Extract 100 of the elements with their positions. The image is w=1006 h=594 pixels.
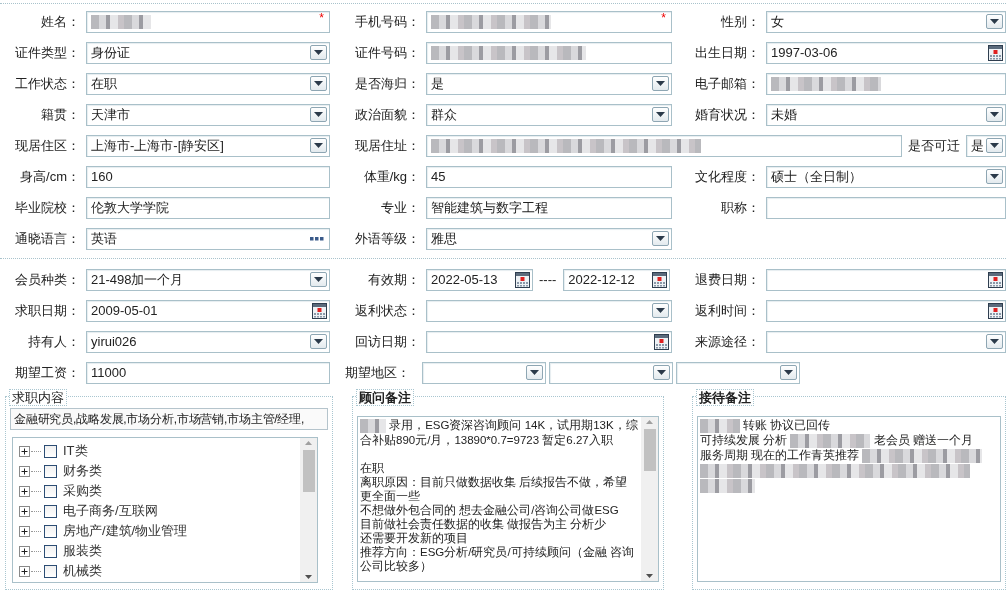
checkbox[interactable] — [44, 444, 57, 458]
dropdown[interactable]: 未婚 — [766, 103, 1006, 126]
dropdown[interactable]: 天津市 — [86, 103, 330, 126]
tree-item[interactable]: 机械类 — [63, 563, 102, 579]
scrollbar[interactable] — [300, 438, 317, 582]
notes-field[interactable]: 录用，ESG资深咨询顾问 14K，试用期13K，综合补贴890元/月，13890*0.7=9723 暂定6.27入职 在职 离职原因：目前只做数据收集 后续报告不做，希望更全面一些 不想做外包合同的 想去金融公司/咨询公司做ESG 目前做社会责任数据的收集 做报告为主 分析少 还需要开发新的项目 推荐方向：ESG分析/研究员/可持续顾问（金融 咨询公司比较多） — [357, 416, 659, 582]
checkbox[interactable] — [44, 544, 57, 558]
scroll-down-icon[interactable] — [645, 571, 654, 581]
selected-jobs-field[interactable]: 金融研究员,战略发展,市场分析,市场营销,市场主管/经理, — [10, 408, 328, 430]
dropdown[interactable]: 女 — [766, 10, 1006, 33]
scrollbar-thumb[interactable] — [643, 429, 656, 471]
calendar-icon[interactable] — [988, 44, 1003, 61]
text-field[interactable]: * — [426, 10, 672, 33]
scroll-down-icon[interactable] — [304, 572, 313, 582]
dropdown-button[interactable] — [986, 138, 1003, 153]
text-field[interactable] — [766, 196, 1006, 219]
dropdown-button[interactable] — [986, 107, 1003, 122]
calendar-icon[interactable] — [988, 302, 1003, 319]
required-mark: * — [319, 10, 324, 25]
dropdown-button[interactable] — [652, 107, 669, 122]
expand-icon[interactable] — [19, 545, 30, 557]
dropdown-button[interactable] — [653, 365, 670, 380]
dropdown[interactable]: 上海市-上海市-[静安区] — [86, 134, 330, 157]
checkbox[interactable] — [44, 484, 57, 498]
tree-item[interactable]: 财务类 — [63, 463, 102, 479]
tree-item[interactable]: 房地产/建筑/物业管理 — [63, 523, 188, 539]
dropdown-button[interactable] — [310, 76, 327, 91]
dropdown[interactable]: 硕士（全日制） — [766, 165, 1006, 188]
checkbox[interactable] — [44, 464, 57, 478]
more-icon[interactable] — [310, 236, 324, 241]
scrollbar[interactable] — [641, 417, 658, 581]
expand-icon[interactable] — [19, 525, 30, 537]
field-label: 来源途径： — [694, 333, 761, 350]
date-field[interactable] — [766, 268, 1006, 291]
date-field[interactable]: 2022-05-13 — [426, 268, 533, 291]
text-field[interactable]: * — [86, 10, 330, 33]
checkbox[interactable] — [44, 564, 57, 578]
dropdown[interactable]: 群众 — [426, 103, 672, 126]
text-field[interactable]: 智能建筑与数字工程 — [426, 196, 672, 219]
expand-icon[interactable] — [19, 465, 30, 477]
redacted-text — [360, 418, 386, 433]
dropdown[interactable]: yirui026 — [86, 330, 330, 353]
expand-icon[interactable] — [19, 505, 30, 517]
tree-item[interactable]: 服装类 — [63, 543, 102, 559]
text-field[interactable] — [426, 134, 902, 157]
dropdown-button[interactable] — [780, 365, 797, 380]
field-label: 求职日期： — [14, 302, 81, 319]
date-field[interactable] — [766, 299, 1006, 322]
text-field[interactable]: 11000 — [86, 361, 330, 384]
field-label: 职称： — [720, 199, 761, 216]
text-field[interactable]: 160 — [86, 165, 330, 188]
expand-icon[interactable] — [19, 565, 30, 577]
dropdown-button[interactable] — [310, 138, 327, 153]
calendar-icon[interactable] — [652, 271, 668, 288]
notes-field[interactable]: 转账 协议已回传 可持续发展 分析 老会员 赠送一个月 服务周期 现在的工作青英推荐 — [697, 416, 1001, 582]
checkbox[interactable] — [44, 504, 57, 518]
dropdown[interactable]: 身份证 — [86, 41, 330, 64]
dropdown-button[interactable] — [652, 231, 669, 246]
dropdown-button[interactable] — [526, 365, 543, 380]
field-label: 体重/kg： — [362, 168, 421, 185]
dropdown-button[interactable] — [310, 272, 327, 287]
dropdown[interactable]: 21-498加一个月 — [86, 268, 330, 291]
scrollbar-thumb[interactable] — [302, 450, 315, 492]
calendar-icon[interactable] — [654, 333, 669, 350]
date-field[interactable]: 1997-03-06 — [766, 41, 1006, 64]
date-field[interactable]: 2009-05-01 — [86, 299, 330, 322]
dropdown-button[interactable] — [986, 14, 1003, 29]
text-field[interactable] — [766, 72, 1006, 95]
dropdown[interactable]: 雅思 — [426, 227, 672, 250]
tree-item[interactable]: 采购类 — [63, 483, 102, 499]
dropdown-button[interactable] — [652, 303, 669, 318]
field-label: 籍贯： — [40, 106, 81, 123]
field-label: 电子邮箱： — [694, 75, 761, 92]
dropdown-button[interactable] — [310, 334, 327, 349]
calendar-icon[interactable] — [515, 271, 530, 288]
expand-icon[interactable] — [19, 445, 30, 457]
field-label: 婚育状况： — [694, 106, 761, 123]
text-field[interactable]: 伦敦大学学院 — [86, 196, 330, 219]
dropdown[interactable]: 在职 — [86, 72, 330, 95]
date-field[interactable]: 2022-12-12 — [563, 268, 671, 291]
date-field[interactable] — [426, 330, 672, 353]
dropdown-button[interactable] — [310, 45, 327, 60]
calendar-icon[interactable] — [988, 271, 1003, 288]
dropdown-button[interactable] — [652, 76, 669, 91]
text-field[interactable] — [426, 41, 672, 64]
caret-icon — [314, 277, 323, 282]
tree-item[interactable]: 电子商务/互联网 — [63, 503, 158, 519]
tree-item[interactable]: IT类 — [63, 443, 88, 459]
checkbox[interactable] — [44, 524, 57, 538]
range-separator: ---- — [539, 271, 557, 288]
field-label: 期望工资： — [14, 364, 81, 381]
calendar-icon[interactable] — [312, 302, 327, 319]
dropdown-button[interactable] — [310, 107, 327, 122]
text-field[interactable]: 45 — [426, 165, 672, 188]
expand-icon[interactable] — [19, 485, 30, 497]
dropdown-button[interactable] — [986, 169, 1003, 184]
dropdown[interactable]: 是 — [426, 72, 672, 95]
dropdown-button[interactable] — [986, 334, 1003, 349]
lookup-field[interactable]: 英语 — [86, 227, 330, 250]
dropdown[interactable]: 是 — [966, 134, 1006, 157]
